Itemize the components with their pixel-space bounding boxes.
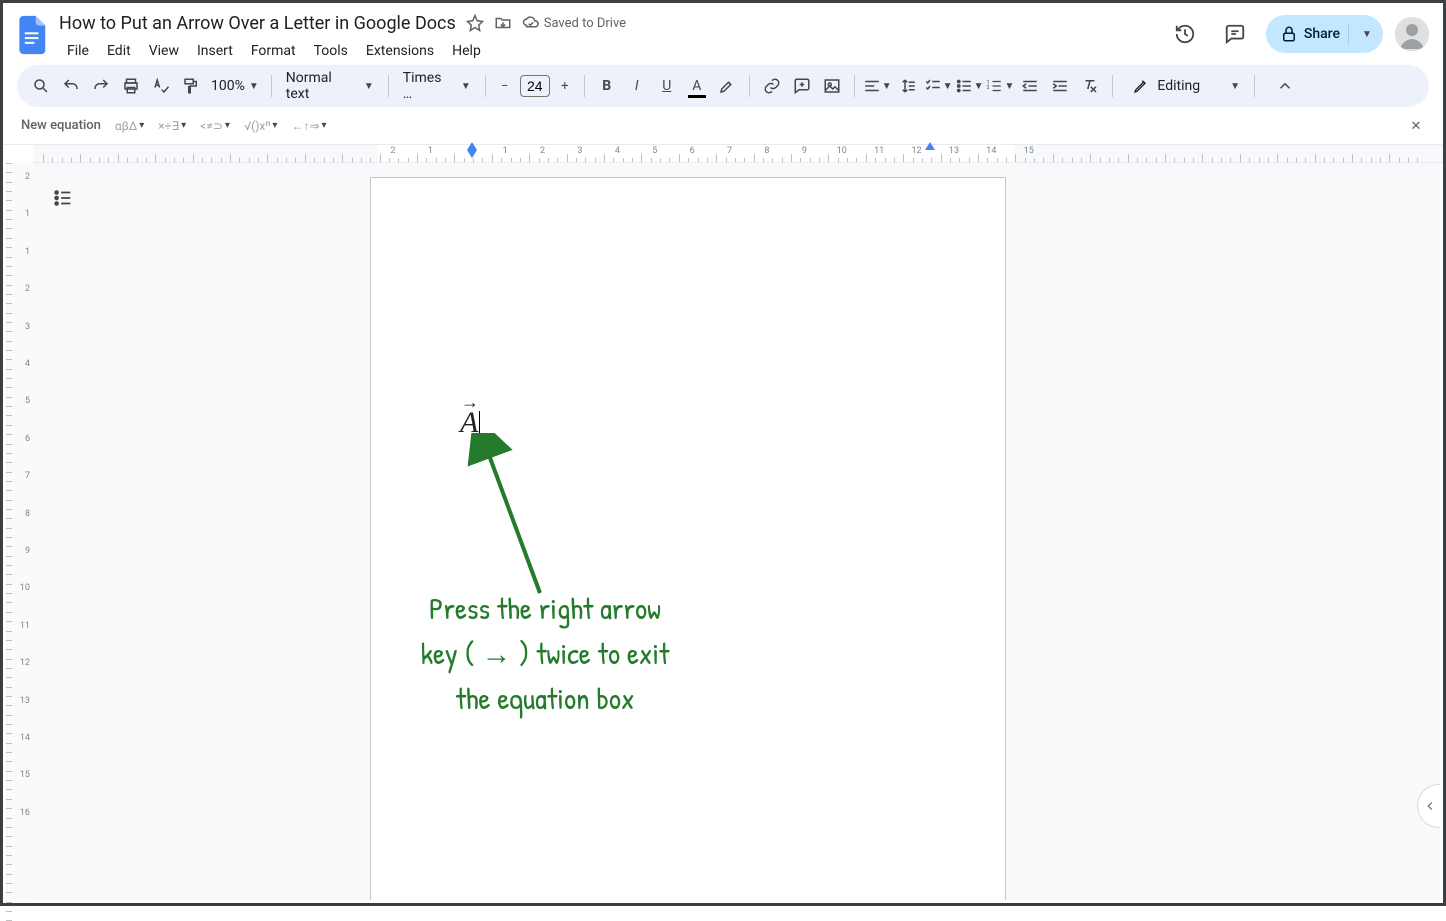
side-panel-toggle[interactable] bbox=[1417, 784, 1440, 828]
bulleted-list-icon[interactable]: ▼ bbox=[955, 72, 984, 100]
font-size-input[interactable] bbox=[520, 75, 550, 97]
equation-content[interactable]: → A bbox=[460, 406, 480, 440]
equation-greek[interactable]: αβΔ ▾ bbox=[115, 119, 144, 133]
share-button[interactable]: Share ▼ bbox=[1266, 15, 1383, 53]
align-icon[interactable]: ▼ bbox=[863, 72, 892, 100]
docs-logo[interactable] bbox=[13, 15, 53, 55]
document-page[interactable]: → A bbox=[370, 177, 1006, 900]
new-equation-button[interactable]: New equation bbox=[21, 118, 101, 133]
menu-format[interactable]: Format bbox=[243, 39, 304, 63]
menu-file[interactable]: File bbox=[59, 39, 97, 63]
menu-tools[interactable]: Tools bbox=[306, 39, 356, 63]
paint-format-icon[interactable] bbox=[177, 72, 205, 100]
menu-extensions[interactable]: Extensions bbox=[358, 39, 442, 63]
share-dropdown[interactable]: ▼ bbox=[1355, 29, 1379, 40]
font-size-increase[interactable]: + bbox=[554, 75, 576, 97]
left-indent-marker[interactable] bbox=[467, 150, 477, 158]
italic-icon[interactable]: I bbox=[623, 72, 651, 100]
link-icon[interactable] bbox=[758, 72, 786, 100]
checklist-icon[interactable]: ▼ bbox=[924, 72, 953, 100]
right-indent-marker[interactable] bbox=[925, 142, 935, 150]
document-title[interactable]: How to Put an Arrow Over a Letter in Goo… bbox=[59, 13, 456, 34]
share-label: Share bbox=[1304, 26, 1340, 42]
equation-arrows[interactable]: ←↑⇒ ▾ bbox=[291, 119, 326, 133]
equation-relations[interactable]: <≠⊃ ▾ bbox=[200, 119, 230, 133]
horizontal-ruler[interactable]: 21123456789101112131415 bbox=[33, 145, 1443, 163]
collapse-toolbar-icon[interactable] bbox=[1271, 72, 1299, 100]
save-status[interactable]: Saved to Drive bbox=[522, 14, 626, 32]
text-cursor bbox=[479, 411, 480, 439]
equation-close-icon[interactable]: ✕ bbox=[1405, 115, 1427, 137]
star-icon[interactable] bbox=[466, 14, 484, 32]
move-icon[interactable] bbox=[494, 14, 512, 32]
line-spacing-icon[interactable] bbox=[894, 72, 922, 100]
print-icon[interactable] bbox=[117, 72, 145, 100]
indent-decrease-icon[interactable] bbox=[1016, 72, 1044, 100]
highlight-icon[interactable] bbox=[713, 72, 741, 100]
insert-image-icon[interactable] bbox=[818, 72, 846, 100]
undo-icon[interactable] bbox=[57, 72, 85, 100]
document-canvas[interactable]: → A Press the right arrow key ( → ) twic… bbox=[34, 163, 1440, 900]
redo-icon[interactable] bbox=[87, 72, 115, 100]
equation-math[interactable]: √()xⁿ ▾ bbox=[244, 119, 278, 133]
history-icon[interactable] bbox=[1166, 15, 1204, 53]
equation-operators[interactable]: ×÷∃ ▾ bbox=[158, 119, 186, 133]
svg-text:2: 2 bbox=[987, 85, 990, 91]
editing-mode-select[interactable]: Editing ▼ bbox=[1127, 78, 1246, 94]
add-comment-icon[interactable] bbox=[788, 72, 816, 100]
equation-vector-arrow: → bbox=[461, 392, 479, 413]
account-avatar[interactable] bbox=[1395, 17, 1429, 51]
menu-help[interactable]: Help bbox=[444, 39, 489, 63]
pencil-icon bbox=[1133, 78, 1149, 94]
show-outline-icon[interactable] bbox=[48, 183, 78, 213]
menu-bar: File Edit View Insert Format Tools Exten… bbox=[59, 39, 1166, 63]
spellcheck-icon[interactable] bbox=[147, 72, 175, 100]
font-select[interactable]: Times …▼ bbox=[397, 70, 477, 102]
font-size-decrease[interactable]: − bbox=[494, 75, 516, 97]
lock-icon bbox=[1280, 25, 1298, 43]
comments-icon[interactable] bbox=[1216, 15, 1254, 53]
indent-increase-icon[interactable] bbox=[1046, 72, 1074, 100]
vertical-ruler[interactable]: 2112345678910111213141516 bbox=[6, 163, 34, 900]
first-line-indent-marker[interactable] bbox=[467, 142, 477, 150]
underline-icon[interactable]: U bbox=[653, 72, 681, 100]
clear-formatting-icon[interactable] bbox=[1076, 72, 1104, 100]
zoom-select[interactable]: 100%▼ bbox=[207, 78, 263, 94]
text-color-icon[interactable]: A bbox=[683, 72, 711, 100]
bold-icon[interactable]: B bbox=[593, 72, 621, 100]
numbered-list-icon[interactable]: 12▼ bbox=[985, 72, 1014, 100]
font-size-group: − + bbox=[494, 75, 576, 97]
menu-insert[interactable]: Insert bbox=[189, 39, 241, 63]
menu-view[interactable]: View bbox=[141, 39, 187, 63]
menu-edit[interactable]: Edit bbox=[99, 39, 139, 63]
paragraph-style-select[interactable]: Normal text▼ bbox=[280, 70, 380, 102]
title-bar: How to Put an Arrow Over a Letter in Goo… bbox=[3, 3, 1443, 65]
main-toolbar: 100%▼ Normal text▼ Times …▼ − + B I U A … bbox=[17, 65, 1429, 107]
search-menu-icon[interactable] bbox=[27, 72, 55, 100]
equation-toolbar: New equation αβΔ ▾ ×÷∃ ▾ <≠⊃ ▾ √()xⁿ ▾ ←… bbox=[3, 107, 1443, 145]
